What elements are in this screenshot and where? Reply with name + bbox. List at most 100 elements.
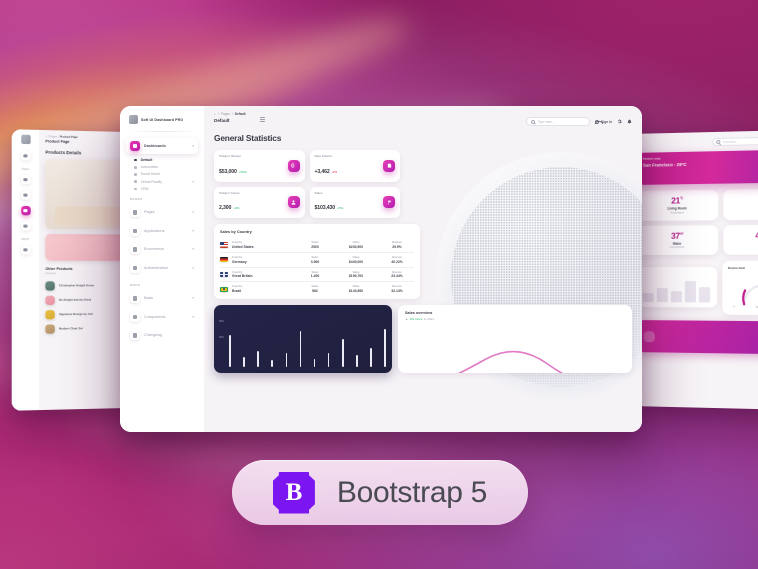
column-header-bounce: Bounce — [392, 255, 402, 259]
sidebar-subitem-label: Default — [140, 158, 153, 163]
metric-value: 21 — [671, 195, 680, 206]
column-header-sales: Sales — [311, 255, 319, 259]
sidebar[interactable]: Soft UI Dashboard PRO Dashboards ▾ Defau… — [120, 106, 204, 432]
cell-sales: 2500 — [311, 244, 319, 249]
product-thumbnail[interactable] — [45, 233, 124, 261]
breadcrumb-home-icon[interactable]: ⌂ — [214, 112, 216, 116]
search-input[interactable]: Type here... — [712, 136, 758, 147]
column-header-sales: Sales — [311, 270, 319, 274]
temperature-gauge: 21°C — [736, 273, 758, 308]
table-row[interactable]: Country Great Britain Sales 1.400 Value … — [220, 268, 414, 283]
bar-series — [229, 319, 386, 368]
stat-value: $103,430 — [314, 205, 336, 211]
cell-country: Brazil — [232, 289, 242, 294]
weather-value: San Francisco - 29°C — [642, 161, 687, 168]
cell-country: United States — [232, 244, 254, 249]
sidebar-item-components[interactable]: Components ▾ — [126, 309, 198, 325]
sidebar-subitem-virtual-reality[interactable]: Virtual Reality ▾ — [126, 178, 198, 185]
sidebar-subitem-automotive[interactable]: Automotive — [126, 164, 198, 171]
sidebar-icon-applications[interactable] — [20, 190, 31, 200]
cell-value: $143,960 — [348, 289, 364, 294]
sidebar-icon-authentication[interactable] — [20, 221, 31, 231]
bar-chart-card: 400 200 — [214, 305, 392, 374]
highlight-card — [636, 320, 758, 355]
sidebar-item-label: Applications — [144, 228, 165, 233]
search-icon — [716, 139, 721, 145]
sidebar-subitem-default[interactable]: Default — [126, 157, 198, 164]
user-icon — [595, 119, 604, 125]
column-header-country: Country — [232, 255, 243, 259]
card-title: Sales by Country — [220, 229, 252, 234]
stat-value: $53,000 — [219, 168, 237, 175]
product-icon — [45, 280, 55, 291]
sidebar-item-applications[interactable]: Applications ▾ — [126, 223, 198, 239]
column-header-country: Country — [232, 285, 243, 289]
breadcrumb-current: Product Page — [59, 135, 78, 140]
stat-card-sales: Sales $103,430 +5% — [309, 186, 400, 218]
product-icon — [45, 295, 55, 305]
chevron-down-icon[interactable]: ▾ — [192, 180, 194, 184]
chevron-down-icon[interactable]: ▾ — [192, 315, 194, 319]
breadcrumb-current: Default — [234, 112, 246, 116]
chevron-down-icon[interactable]: ▾ — [192, 247, 194, 251]
chevron-down-icon[interactable]: ▾ — [192, 210, 194, 214]
cell-bounce: 29.9% — [392, 244, 402, 249]
bullet-icon — [134, 173, 137, 176]
column-header-value: Value — [352, 241, 360, 244]
breadcrumb-home-icon[interactable]: ⌂ — [45, 135, 47, 138]
mini-bar-chart-card — [636, 266, 717, 308]
sidebar-icon-pages[interactable] — [20, 174, 31, 185]
column-header-country: Country — [232, 241, 243, 244]
table-row[interactable]: Country Brazil Sales 562 Value $143,960 … — [220, 282, 414, 296]
chevron-down-icon[interactable]: ▾ — [192, 266, 194, 270]
menu-toggle-icon[interactable] — [259, 117, 265, 122]
bottom-row: 400 200 Sales overview ▲ 4% more in 2021 — [204, 299, 642, 374]
sign-in-link[interactable]: Sign In — [595, 119, 612, 125]
breadcrumb-section[interactable]: Pages — [49, 135, 57, 138]
sidebar-icon-basic[interactable] — [20, 245, 31, 255]
cell-bounce: 32.14% — [391, 289, 403, 294]
metric-unit: m³ — [679, 231, 684, 236]
flag-icon-gb — [220, 271, 228, 278]
table-row[interactable]: Country Germany Sales 3.900 Value $440,0… — [220, 253, 414, 268]
column-header-country: Country — [232, 270, 243, 274]
left-window-sidebar[interactable]: Pages DOCS — [11, 129, 40, 411]
sidebar-item-basic[interactable]: Basic ▾ — [126, 290, 198, 306]
gear-icon[interactable] — [617, 119, 622, 124]
product-name: Signature Design by Ash — [58, 311, 94, 317]
sidebar-icon-dashboard[interactable] — [20, 151, 31, 161]
metric-sub: Today — [728, 245, 758, 248]
smart-home-window[interactable]: Type here... Sign In Weather today San F… — [630, 129, 758, 411]
sidebar-subitem-smart-home[interactable]: Smart Home — [126, 171, 198, 178]
metric-sub: Humidity — [728, 210, 758, 214]
breadcrumb-section[interactable]: Pages — [221, 112, 230, 116]
metric-card: 21°C Living Room Temperature — [636, 189, 718, 221]
sidebar-icon-ecommerce[interactable] — [20, 205, 31, 216]
table-row[interactable]: Country United States Sales 2500 Value $… — [220, 238, 414, 253]
brand[interactable]: Soft UI Dashboard PRO — [126, 113, 198, 131]
bootstrap-label: Bootstrap 5 — [336, 475, 488, 509]
gauge-value: 21°C — [736, 286, 758, 291]
sidebar-item-dashboards[interactable]: Dashboards ▾ — [126, 138, 198, 154]
dashboard-icon — [130, 141, 140, 151]
sidebar-item-changelog[interactable]: Changelog — [126, 327, 198, 343]
metric-card: 417GB Internet Today — [722, 224, 758, 255]
chevron-down-icon[interactable]: ▾ — [192, 296, 194, 300]
sidebar-item-authentication[interactable]: Authentication ▾ — [126, 260, 198, 276]
column-header-bounce: Bounce — [392, 241, 402, 244]
sidebar-subitem-crm[interactable]: CRM — [126, 185, 198, 192]
search-input[interactable]: Type here... — [526, 117, 591, 126]
sidebar-subitem-label: CRM — [140, 186, 149, 191]
stat-delta: +55% — [238, 169, 247, 174]
stat-card-todays-money: Today's Money $53,000 +55% — [214, 150, 305, 182]
sales-icon — [383, 196, 395, 209]
bell-icon[interactable] — [627, 119, 632, 124]
product-icon — [45, 309, 55, 319]
dashboard-window[interactable]: Soft UI Dashboard PRO Dashboards ▾ Defau… — [120, 106, 642, 432]
chevron-down-icon[interactable]: ▾ — [192, 229, 194, 233]
cell-sales: 1.400 — [310, 274, 320, 279]
sidebar-item-pages[interactable]: Pages ▾ — [126, 204, 198, 220]
flag-icon-us — [220, 242, 228, 248]
sidebar-item-ecommerce[interactable]: Ecommerce ▾ — [126, 241, 198, 257]
chevron-down-icon[interactable]: ▾ — [192, 144, 194, 148]
